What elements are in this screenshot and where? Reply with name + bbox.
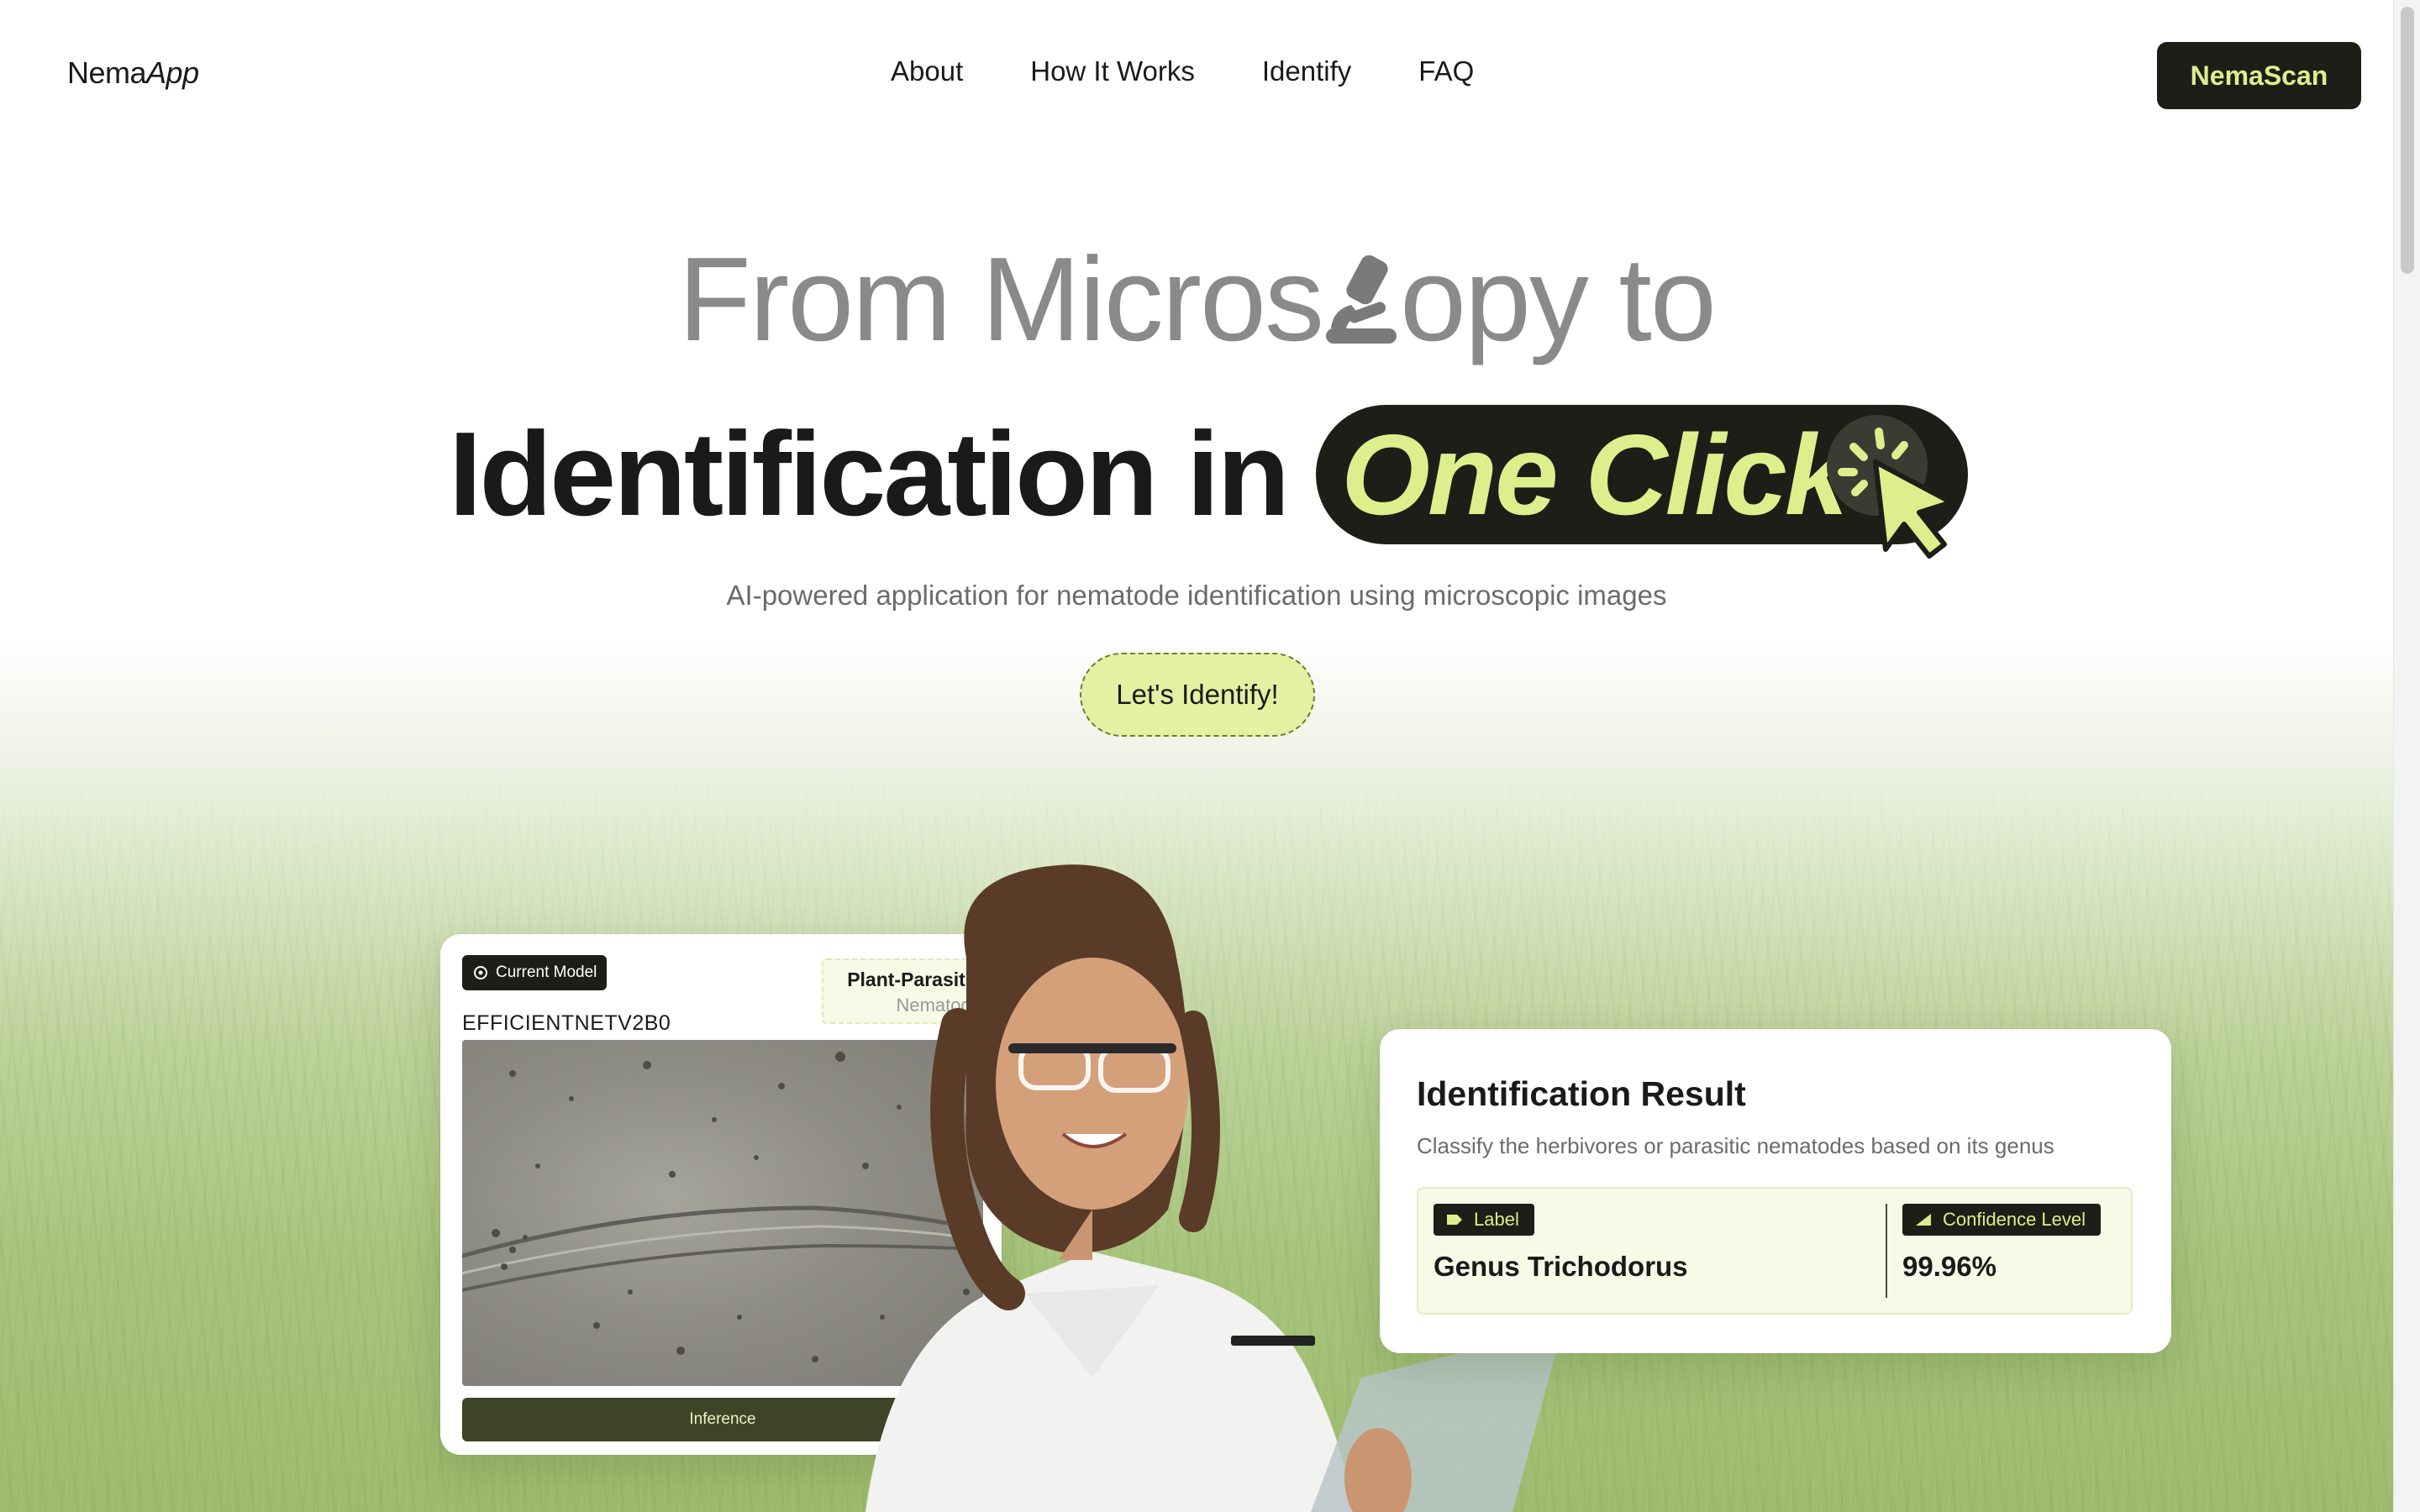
one-click-pill: One Click — [1316, 405, 1969, 559]
logo-italic: App — [146, 55, 199, 90]
result-card: Identification Result Classify the herbi… — [1380, 1029, 2171, 1353]
current-model-badge: Current Model — [462, 955, 608, 990]
logo-main: Nema — [67, 55, 147, 90]
label-chip: Label — [1434, 1204, 1534, 1236]
model-icon — [474, 966, 487, 979]
hero-line-2: Identification in One Click — [449, 403, 1969, 559]
one-click-text: One Click — [1341, 411, 1848, 538]
result-title: Identification Result — [1417, 1074, 1746, 1113]
result-divider — [1886, 1204, 1887, 1298]
nav-link-about[interactable]: About — [891, 55, 963, 87]
nav-link-identify[interactable]: Identify — [1262, 55, 1351, 87]
cursor-click-icon — [1827, 415, 1954, 559]
hero-line-1-a: From Micros — [678, 233, 1324, 366]
confidence-chip: Confidence Level — [1902, 1204, 2102, 1236]
hero-line-2-text: Identification in — [449, 407, 1290, 541]
logo[interactable]: NemaApp — [67, 55, 199, 91]
nav-link-faq[interactable]: FAQ — [1418, 55, 1474, 87]
hero-line-1: From Micros opy to — [0, 228, 2393, 371]
hero-subtitle: AI-powered application for nematode iden… — [726, 580, 1667, 611]
model-name: EFFICIENTNETV2B0 — [462, 1011, 671, 1035]
microscope-icon — [1323, 240, 1400, 344]
nav-link-how-it-works[interactable]: How It Works — [1030, 55, 1195, 87]
scrollbar[interactable] — [2393, 0, 2420, 1512]
hero-line-1-b: opy to — [1400, 233, 1717, 366]
scrollbar-thumb[interactable] — [2401, 7, 2414, 274]
current-model-label: Current Model — [496, 963, 597, 981]
lets-identify-button[interactable]: Let's Identify! — [1080, 653, 1315, 737]
label-chip-text: Label — [1474, 1209, 1519, 1230]
tag-icon — [1447, 1215, 1462, 1225]
nemascan-button[interactable]: NemaScan — [2157, 42, 2361, 109]
result-box: Label Genus Trichodorus Confidence Level… — [1417, 1187, 2133, 1315]
confidence-value: 99.96% — [1902, 1251, 1996, 1282]
confidence-chip-text: Confidence Level — [1943, 1209, 2086, 1230]
label-value: Genus Trichodorus — [1434, 1251, 1688, 1282]
nav-links: About How It Works Identify FAQ — [891, 55, 1474, 87]
top-nav: NemaApp About How It Works Identify FAQ … — [0, 0, 2393, 150]
page: NemaApp About How It Works Identify FAQ … — [0, 0, 2393, 1512]
result-description: Classify the herbivores or parasitic nem… — [1417, 1133, 2054, 1158]
signal-icon — [1916, 1214, 1931, 1226]
